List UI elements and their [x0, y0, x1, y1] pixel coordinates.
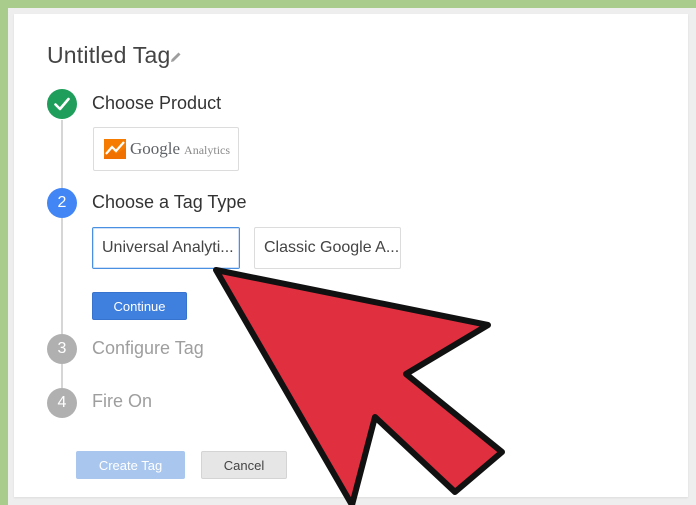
step-4-indicator: 4 [47, 388, 77, 418]
step-number: 2 [57, 194, 67, 211]
universal-analytics-option[interactable]: Universal Analyti... [92, 227, 240, 269]
google-analytics-product-card[interactable]: Google Analytics [93, 127, 239, 171]
step-label-fire-on: Fire On [92, 391, 153, 411]
step-number: 3 [57, 340, 67, 357]
create-tag-button[interactable]: Create Tag [76, 451, 185, 479]
page-title: Untitled Tag [47, 42, 171, 68]
step-2-indicator: 2 [47, 188, 77, 218]
classic-google-analytics-option[interactable]: Classic Google A... [254, 227, 401, 269]
continue-button[interactable]: Continue [92, 292, 187, 320]
product-subname: Analytics [184, 143, 231, 157]
step-3-indicator: 3 [47, 334, 77, 364]
step-rail [61, 364, 63, 388]
step-label-configure-tag: Configure Tag [92, 338, 204, 358]
pencil-edit-icon[interactable] [170, 51, 182, 63]
product-name: Google [130, 139, 181, 158]
step-complete-indicator [47, 89, 77, 119]
step-number: 4 [57, 394, 67, 411]
step-rail [61, 120, 63, 198]
cancel-button[interactable]: Cancel [201, 451, 287, 479]
checkmark-icon [54, 97, 70, 111]
step-rail [61, 218, 63, 334]
google-analytics-logo-icon [104, 139, 126, 159]
step-label-choose-tag-type: Choose a Tag Type [92, 192, 247, 212]
step-label-choose-product: Choose Product [92, 93, 222, 113]
